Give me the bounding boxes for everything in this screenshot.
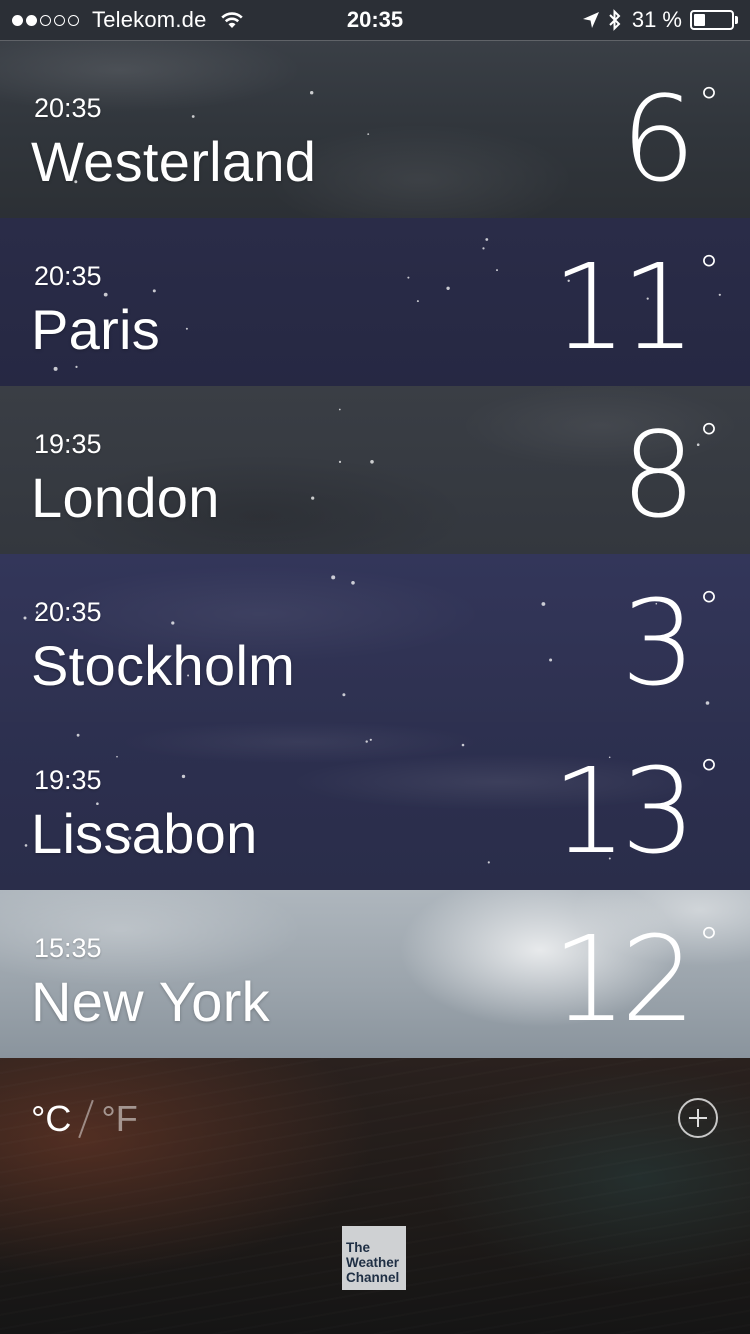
star-dot [191, 115, 195, 118]
unit-toggle[interactable]: °C °F [31, 1098, 138, 1140]
city-temperature: 8 ° [620, 406, 720, 544]
city-name: Paris [31, 298, 161, 361]
star-dot [461, 743, 465, 747]
plus-circle-icon [689, 1109, 707, 1127]
star-dot [549, 658, 553, 662]
star-dot [116, 755, 118, 758]
city-temperature: 6 ° [620, 70, 720, 208]
city-name: Westerland [31, 130, 317, 193]
star-dot [338, 408, 341, 411]
location-arrow-icon [582, 12, 599, 28]
star-dot [171, 621, 175, 625]
status-bar: Telekom.de 20:35 31 % [0, 0, 750, 41]
city-row-stockholm[interactable]: 20:35 Stockholm 3 ° [0, 554, 750, 722]
city-name: London [31, 466, 220, 529]
city-temperature: 11 ° [551, 238, 720, 376]
list-footer: °C °F The Weather Channel [0, 1058, 750, 1334]
city-local-time: 20:35 [34, 261, 102, 291]
star-dot [365, 740, 368, 743]
city-row-new-york[interactable]: 15:35 New York 12 ° [0, 890, 750, 1058]
star-dot [75, 365, 78, 368]
city-temperature: 3 ° [620, 574, 720, 712]
city-local-time: 19:35 [34, 765, 102, 795]
star-dot [487, 861, 490, 864]
star-dot [185, 327, 188, 330]
star-dot [342, 693, 346, 697]
unit-separator [78, 1099, 95, 1139]
star-dot [23, 616, 27, 620]
star-dot [367, 133, 370, 135]
battery-percentage: 31 % [631, 7, 682, 32]
battery-icon [690, 10, 734, 30]
battery-level [694, 14, 705, 26]
star-dot [370, 460, 374, 464]
star-dot [53, 366, 58, 371]
city-name: New York [31, 970, 270, 1033]
weather-channel-logo[interactable]: The Weather Channel [342, 1226, 406, 1290]
city-row-london[interactable]: 19:35 London 8 ° [0, 386, 750, 554]
city-temperature: 12 ° [551, 910, 720, 1048]
bluetooth-icon [609, 9, 621, 31]
city-row-westerland[interactable]: 20:35 Westerland 6 ° [0, 40, 750, 218]
city-local-time: 20:35 [34, 597, 102, 627]
city-temperature: 13 ° [551, 742, 720, 880]
star-dot [485, 238, 489, 241]
star-dot [541, 602, 546, 606]
add-city-button[interactable] [678, 1098, 718, 1138]
star-dot [152, 289, 156, 293]
star-dot [369, 738, 372, 741]
star-dot [446, 286, 450, 290]
star-dot [351, 581, 355, 585]
star-dot [496, 269, 498, 272]
star-dot [416, 300, 419, 303]
star-dot [103, 292, 108, 297]
star-dot [24, 844, 28, 847]
star-dot [76, 733, 80, 737]
star-dot [482, 247, 485, 250]
weather-city-list-screen: Telekom.de 20:35 31 % 20:35 Westerland 6… [0, 0, 750, 1334]
city-local-time: 20:35 [34, 93, 102, 123]
city-row-paris[interactable]: 20:35 Paris 11 ° [0, 218, 750, 386]
star-dot [310, 91, 314, 95]
city-name: Stockholm [31, 634, 296, 697]
city-row-lissabon[interactable]: 19:35 Lissabon 13 ° [0, 722, 750, 890]
city-list: 20:35 Westerland 6 ° 20:35 Paris 11 ° 19:3… [0, 40, 750, 1058]
city-local-time: 15:35 [34, 933, 102, 963]
star-dot [311, 496, 315, 500]
star-dot [331, 575, 336, 580]
star-dot [181, 774, 186, 779]
city-name: Lissabon [31, 802, 258, 865]
fahrenheit-option[interactable]: °F [101, 1098, 137, 1140]
city-local-time: 19:35 [34, 429, 102, 459]
star-dot [338, 460, 342, 463]
celsius-option[interactable]: °C [31, 1098, 71, 1140]
status-bar-right: 31 % [582, 7, 738, 33]
star-dot [407, 276, 410, 279]
